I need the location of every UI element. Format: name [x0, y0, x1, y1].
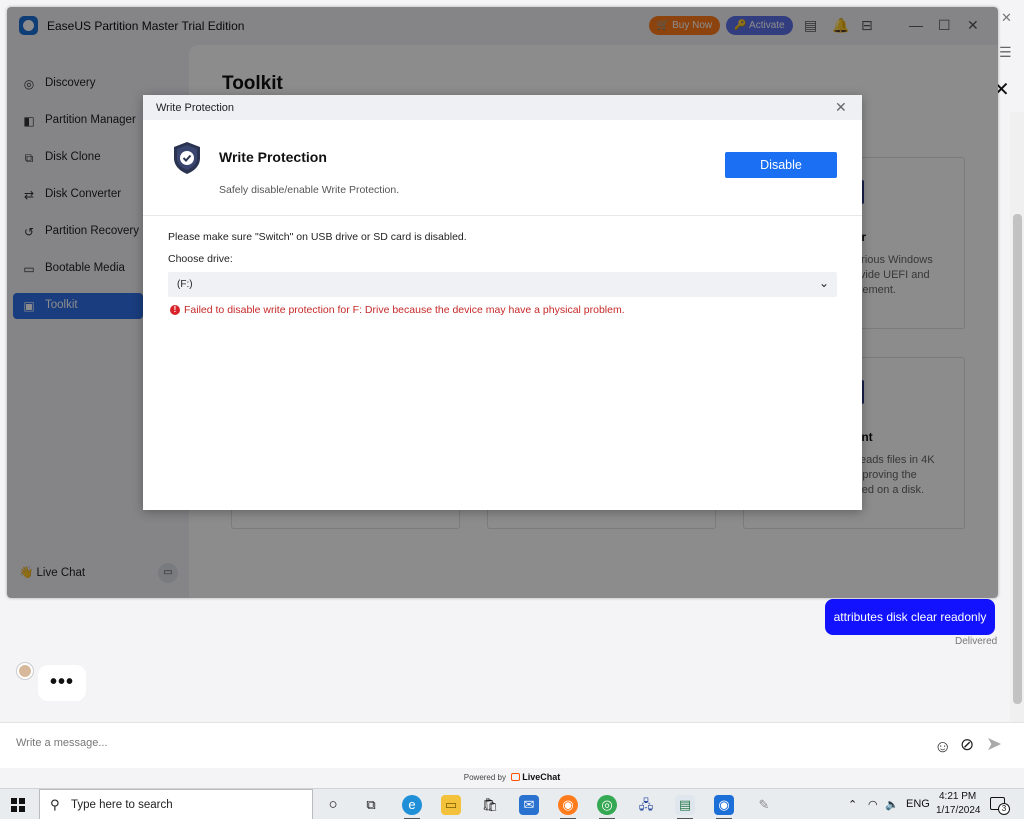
chevron-up-icon[interactable]: ⌃	[848, 798, 857, 811]
powered-by-brand: LiveChat	[522, 772, 561, 782]
chevron-down-icon: ⌄	[819, 276, 830, 290]
edge-icon[interactable]: e	[402, 795, 422, 819]
dialog-heading: Write Protection	[219, 149, 327, 165]
firefox-icon[interactable]: ◉	[558, 795, 578, 819]
easeus-taskbar-icon[interactable]: ◉	[714, 795, 734, 819]
utility-app-icon[interactable]: ✎	[754, 795, 774, 815]
small-close-icon[interactable]: ✕	[1001, 10, 1012, 26]
selected-drive: (F:)	[177, 279, 193, 290]
choose-drive-label: Choose drive:	[168, 253, 233, 265]
search-icon: ⚲	[50, 797, 60, 812]
livechat-logo-icon	[511, 773, 521, 781]
send-icon[interactable]: ➤	[986, 733, 1002, 756]
error-message: Failed to disable write protection for F…	[184, 304, 625, 316]
disable-button[interactable]: Disable	[725, 152, 837, 178]
powered-by[interactable]: Powered by LiveChat	[0, 772, 1024, 782]
file-explorer-icon[interactable]: ▭	[441, 795, 461, 815]
task-view-icon[interactable]: ⧉	[361, 795, 381, 815]
message-composer	[0, 722, 1024, 768]
search-placeholder: Type here to search	[71, 799, 173, 811]
menu-icon[interactable]: ☰	[999, 44, 1012, 61]
dialog-titlebar: Write Protection ✕	[143, 95, 862, 120]
language-indicator[interactable]: ENG	[906, 798, 930, 810]
error-icon: !	[170, 305, 180, 315]
attachment-icon[interactable]: ⊘	[960, 735, 974, 755]
dialog-close-icon[interactable]: ✕	[835, 99, 847, 115]
agent-avatar	[17, 663, 33, 679]
wifi-icon[interactable]: ◠	[868, 798, 878, 811]
message-input[interactable]	[16, 737, 816, 749]
volume-icon[interactable]: 🔈	[885, 798, 899, 811]
taskbar: ⚲ Type here to search ○ ⧉ e ▭ 🛍 ✉ ◉ ◎ 🖧 …	[0, 788, 1024, 819]
taskbar-search[interactable]: ⚲ Type here to search	[39, 789, 313, 819]
typing-indicator: •••	[38, 665, 86, 701]
delivered-status: Delivered	[955, 636, 998, 647]
write-protection-dialog: Write Protection ✕ Write Protection Safe…	[143, 95, 862, 510]
chat-scroll-thumb[interactable]	[1013, 214, 1022, 704]
mail-icon[interactable]: ✉	[519, 795, 539, 815]
store-icon[interactable]: 🛍	[480, 795, 500, 815]
spreadsheet-app-icon[interactable]: ▤	[675, 795, 695, 819]
clock-date[interactable]: 1/17/2024	[936, 805, 981, 816]
divider	[143, 215, 862, 216]
dialog-subtitle: Safely disable/enable Write Protection.	[219, 184, 400, 196]
drive-select[interactable]: (F:) ⌄	[168, 272, 837, 297]
chrome-icon[interactable]: ◎	[597, 795, 617, 819]
windows-start-icon[interactable]	[11, 798, 25, 812]
user-message-bubble: attributes disk clear readonly	[825, 599, 995, 635]
network-app-icon[interactable]: 🖧	[636, 795, 656, 815]
cortana-icon[interactable]: ○	[323, 795, 343, 815]
notification-count-badge: 3	[998, 803, 1010, 815]
powered-by-label: Powered by	[463, 773, 506, 782]
usb-switch-note: Please make sure "Switch" on USB drive o…	[168, 231, 467, 243]
clock-time[interactable]: 4:21 PM	[939, 791, 976, 802]
dialog-title: Write Protection	[156, 102, 235, 114]
emoji-icon[interactable]: ☺	[934, 737, 951, 757]
shield-icon	[174, 142, 200, 174]
